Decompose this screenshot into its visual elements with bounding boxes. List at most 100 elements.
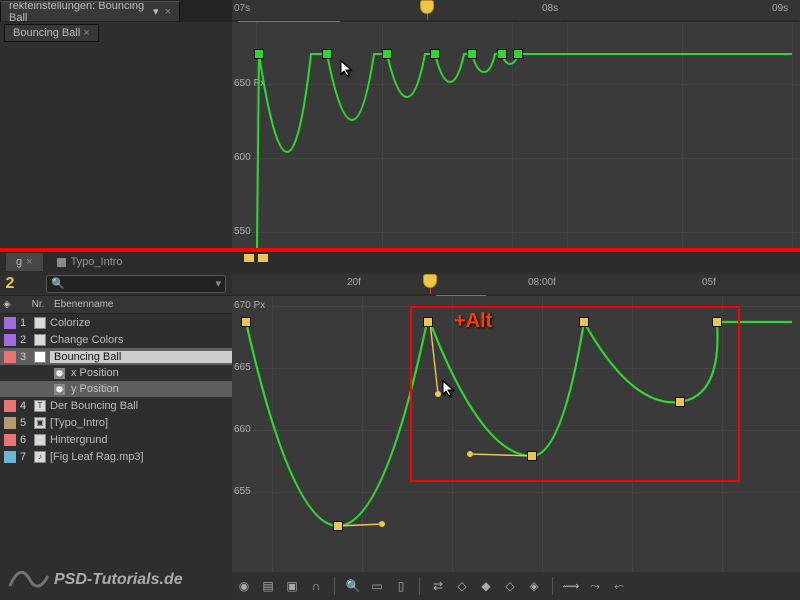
ruler-tick: 08:00f	[528, 277, 556, 288]
bottom-tab-bar: g× Typo_Intro	[0, 252, 800, 272]
layer-color-label[interactable]	[4, 317, 16, 329]
tab-label: Bouncing Ball	[13, 27, 80, 39]
property-y-position[interactable]: ⌚ y Position	[0, 381, 232, 397]
stopwatch-icon[interactable]: ⌚	[54, 368, 65, 379]
tab-typo-intro[interactable]: Typo_Intro	[47, 253, 133, 271]
col-name: Ebenenname	[48, 299, 114, 310]
show-transform-box-icon[interactable]: ▣	[283, 577, 301, 595]
layer-index: 3	[16, 351, 30, 363]
layer-index: 4	[16, 400, 30, 412]
linear-keyframe-icon[interactable]: ◇	[501, 577, 519, 595]
keyframe[interactable]	[713, 318, 721, 326]
layer-color-label[interactable]	[4, 400, 16, 412]
layer-type-icon: T	[34, 400, 46, 412]
tab-current-comp[interactable]: g×	[6, 253, 43, 271]
graph-curve-bottom	[232, 296, 800, 572]
ruler-tick: 08s	[542, 3, 558, 14]
current-time-display[interactable]: 2	[0, 275, 20, 293]
ruler-tick: 05f	[702, 277, 716, 288]
keyframe[interactable]	[676, 398, 684, 406]
layer-type-icon	[34, 317, 46, 329]
layer-row-change-colors[interactable]: 2Change Colors	[0, 331, 232, 348]
layer-name: Colorize	[50, 317, 90, 329]
hold-keyframe-icon[interactable]: ◆	[477, 577, 495, 595]
keyframe[interactable]	[334, 522, 342, 530]
layer-name: Bouncing Ball	[50, 351, 232, 363]
graph-editor-toolbar: ◉ ▤ ▣ ∩ 🔍 ▭ ▯ ⇄ ◇ ◆ ◇ ◈ ⟿ ⤳ ⬿	[232, 572, 800, 600]
tab-project-settings[interactable]: rekteinstellungen: Bouncing Ball▾×	[0, 1, 180, 21]
keyframe[interactable]	[424, 318, 432, 326]
layer-index: 1	[16, 317, 30, 329]
timeline-panel: g× Typo_Intro 2 🔍 ▾ 20f 08:00f 05f ◈ Nr.…	[0, 252, 800, 600]
marker[interactable]	[258, 254, 268, 262]
stopwatch-icon[interactable]: ⌚	[54, 384, 65, 395]
ruler-tick: 20f	[347, 277, 361, 288]
layer-index: 7	[16, 451, 30, 463]
chevron-down-icon[interactable]: ▾	[215, 277, 221, 290]
layer-row-colorize[interactable]: 1 Colorize	[0, 314, 232, 331]
layer-color-label[interactable]	[4, 451, 16, 463]
bezier-handle[interactable]	[435, 391, 441, 397]
layer-row--typo-intro-[interactable]: 5 ▣ [Typo_Intro]	[0, 414, 232, 431]
tab-label: rekteinstellungen: Bouncing Ball	[9, 1, 147, 21]
layer-type-icon: ♪	[34, 451, 46, 463]
bezier-handle[interactable]	[467, 451, 473, 457]
graph-area-top[interactable]: 650 Px 600 550	[232, 22, 800, 248]
ruler-tick: 09s	[772, 3, 788, 14]
keyframe[interactable]	[528, 452, 536, 460]
layer-color-label[interactable]	[4, 417, 16, 429]
eye-column-icon: ◈	[0, 299, 14, 310]
tutorial-hint-text: +Alt	[454, 310, 492, 333]
layer-type-icon	[34, 351, 46, 363]
fit-selection-icon[interactable]: ▯	[392, 577, 410, 595]
keyframe[interactable]	[242, 318, 250, 326]
layer-color-label[interactable]	[4, 334, 16, 346]
in-point-marker[interactable]	[244, 254, 254, 262]
easy-ease-out-icon[interactable]: ⬿	[610, 577, 628, 595]
layer-index: 5	[16, 417, 30, 429]
layer-row-hintergrund[interactable]: 6Hintergrund	[0, 431, 232, 448]
layer-type-icon	[34, 334, 46, 346]
property-label: y Position	[71, 383, 119, 395]
watermark: PSD-Tutorials.de	[8, 566, 183, 594]
eye-icon[interactable]: ◉	[235, 577, 253, 595]
snap-icon[interactable]: ∩	[307, 577, 325, 595]
graph-area-bottom[interactable]: 670 Px 665 660 655 +Alt	[232, 296, 800, 572]
layer-columns-header: ◈ Nr. Ebenenname	[0, 296, 232, 314]
tab-bouncing-ball[interactable]: Bouncing Ball ×	[4, 24, 99, 42]
zoom-icon[interactable]: 🔍	[344, 577, 362, 595]
edit-keyframe-icon[interactable]: ◇	[453, 577, 471, 595]
search-field[interactable]	[65, 278, 216, 290]
col-number: Nr.	[14, 299, 48, 310]
watermark-text: PSD-Tutorials.de	[54, 571, 183, 588]
layer-name: Change Colors	[50, 334, 123, 346]
layer-search-input[interactable]: 🔍 ▾	[46, 275, 226, 293]
top-time-ruler[interactable]: 07s 08s 09s	[232, 0, 800, 22]
layer-color-label[interactable]	[4, 434, 16, 446]
property-x-position[interactable]: ⌚ x Position	[0, 365, 232, 381]
keyframe[interactable]	[580, 318, 588, 326]
layer-name: [Typo_Intro]	[50, 417, 108, 429]
easy-ease-icon[interactable]: ⟿	[562, 577, 580, 595]
layer-row--fig-leaf-rag-mp3-[interactable]: 7 ♪ [Fig Leaf Rag.mp3]	[0, 448, 232, 465]
auto-bezier-icon[interactable]: ◈	[525, 577, 543, 595]
comp-icon	[57, 258, 66, 267]
layer-name: Hintergrund	[50, 434, 107, 446]
layer-type-icon: ▣	[34, 417, 46, 429]
top-graph-editor: rekteinstellungen: Bouncing Ball▾× Bounc…	[0, 0, 800, 248]
tab-label: g	[16, 256, 22, 268]
bottom-time-ruler[interactable]: 20f 08:00f 05f	[232, 274, 800, 296]
layer-row-bouncing-ball[interactable]: 3 Bouncing Ball	[0, 348, 232, 365]
layer-name: Der Bouncing Ball	[50, 400, 138, 412]
property-label: x Position	[71, 367, 119, 379]
separate-dimensions-icon[interactable]: ⇄	[429, 577, 447, 595]
bezier-handle[interactable]	[379, 521, 385, 527]
layer-type-icon	[34, 434, 46, 446]
easy-ease-in-icon[interactable]: ⤳	[586, 577, 604, 595]
graph-options-icon[interactable]: ▤	[259, 577, 277, 595]
layer-color-label[interactable]	[4, 351, 16, 363]
fit-all-icon[interactable]: ▭	[368, 577, 386, 595]
layer-name: [Fig Leaf Rag.mp3]	[50, 451, 144, 463]
search-icon: 🔍	[51, 277, 65, 290]
layer-row-der-bouncing-ball[interactable]: 4T Der Bouncing Ball	[0, 397, 232, 414]
